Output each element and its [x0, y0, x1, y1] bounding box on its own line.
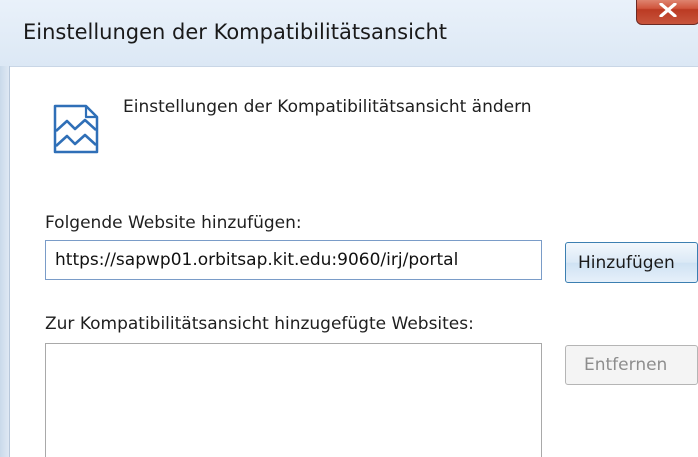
window-frame-left	[0, 66, 10, 457]
dialog-heading: Einstellungen der Kompatibilitätsansicht…	[123, 97, 532, 117]
added-websites-label: Zur Kompatibilitätsansicht hinzugefügte …	[45, 314, 474, 334]
website-url-input[interactable]	[45, 240, 542, 280]
close-x-icon	[659, 3, 677, 17]
remove-button: Entfernen	[565, 345, 698, 385]
add-button[interactable]: Hinzufügen	[565, 242, 698, 283]
compatibility-view-icon	[53, 104, 99, 154]
window-title: Einstellungen der Kompatibilitätsansicht	[23, 20, 448, 44]
title-bar[interactable]: Einstellungen der Kompatibilitätsansicht	[0, 0, 698, 67]
compatibility-view-dialog: Einstellungen der Kompatibilitätsansicht…	[0, 0, 698, 457]
added-websites-list[interactable]	[45, 343, 542, 457]
close-button[interactable]	[636, 0, 698, 25]
add-website-label: Folgende Website hinzufügen:	[45, 213, 302, 233]
